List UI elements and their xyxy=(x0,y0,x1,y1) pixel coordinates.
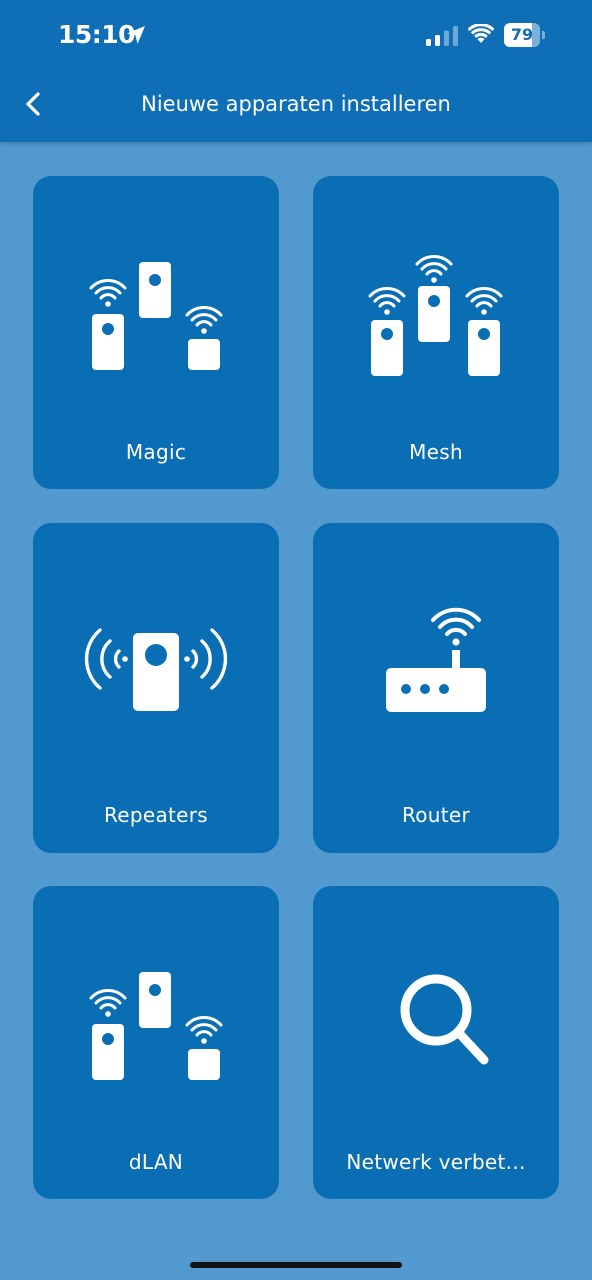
tile-label: Router xyxy=(401,803,471,827)
status-bar: 15:10 79 xyxy=(0,0,592,70)
location-arrow-icon xyxy=(127,26,145,44)
search-icon xyxy=(400,974,489,1065)
magic-devices-icon xyxy=(89,262,223,370)
tile-label: Netwerk verbet... xyxy=(346,1150,526,1174)
dlan-devices-icon xyxy=(89,972,223,1080)
tile-network-improve[interactable]: Netwerk verbet... xyxy=(313,886,559,1199)
status-time: 15:10 xyxy=(58,20,136,49)
tile-label: Repeaters xyxy=(103,803,209,827)
router-icon xyxy=(386,607,486,712)
tile-label: Magic xyxy=(125,440,187,464)
tile-repeaters[interactable]: Repeaters xyxy=(33,523,279,853)
tile-mesh[interactable]: Mesh xyxy=(313,176,559,489)
battery-tip xyxy=(542,31,545,39)
top-bar: 15:10 79 Nieuwe apparaten installeren xyxy=(0,0,592,142)
tile-magic[interactable]: Magic xyxy=(33,176,279,489)
battery-icon: 79 xyxy=(504,23,545,47)
repeater-icon xyxy=(84,628,228,711)
tile-dlan[interactable]: dLAN xyxy=(33,886,279,1199)
tile-label: dLAN xyxy=(128,1150,184,1174)
tile-router[interactable]: Router xyxy=(313,523,559,853)
mesh-devices-icon xyxy=(368,254,503,376)
home-indicator[interactable] xyxy=(190,1262,402,1268)
wifi-icon xyxy=(468,24,494,43)
page-title: Nieuwe apparaten installeren xyxy=(141,92,451,116)
battery-percent: 79 xyxy=(510,25,534,44)
battery-body: 79 xyxy=(504,23,540,47)
tile-label: Mesh xyxy=(409,440,463,464)
cellular-signal-icon xyxy=(426,26,458,46)
